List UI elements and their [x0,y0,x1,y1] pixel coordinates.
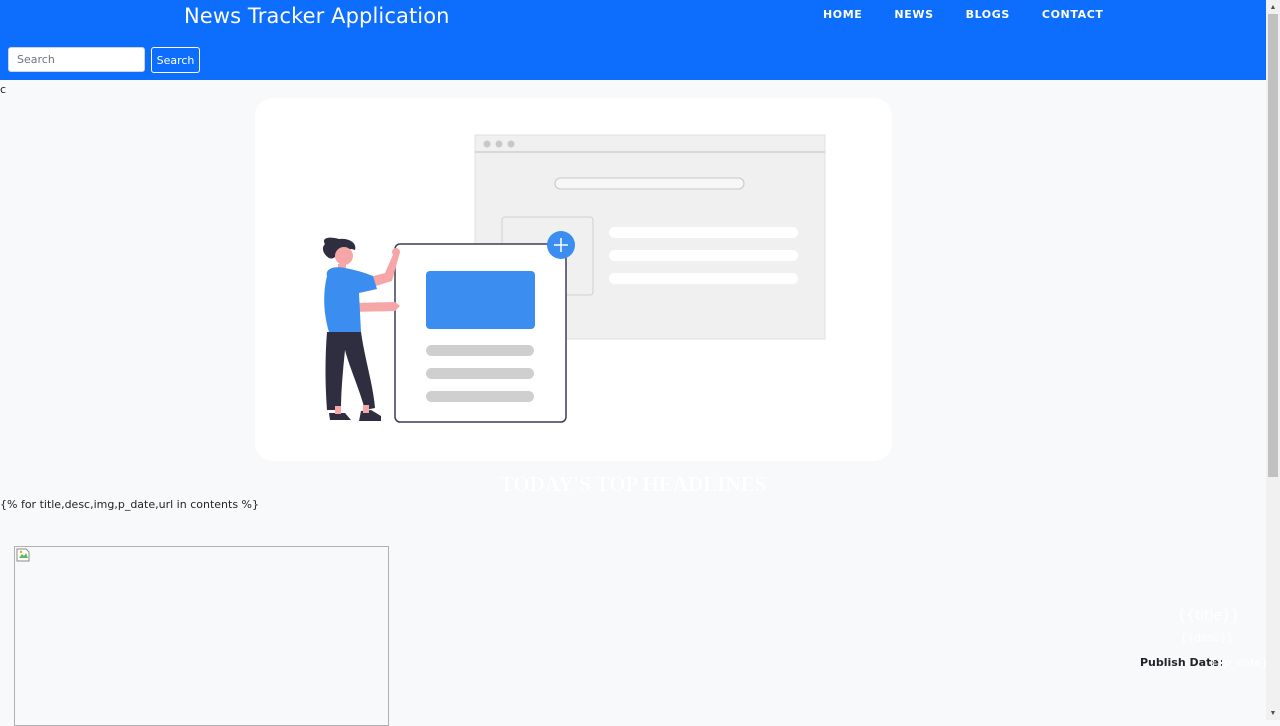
news-card-graphic [394,243,567,423]
search-input[interactable] [8,47,145,72]
vertical-scrollbar[interactable]: ▲ ▼ [1266,0,1280,720]
news-image[interactable] [14,546,389,726]
scrollbar-thumb[interactable] [1268,14,1278,477]
broken-image-icon [16,548,30,562]
brand-title[interactable]: News Tracker Application [184,4,450,28]
plus-icon [547,231,575,259]
template-loop-text: {% for title,desc,img,p_date,url in cont… [0,498,259,511]
nav-link-contact[interactable]: CONTACT [1042,8,1104,21]
section-headline: TODAY'S TOP HEADLINES [499,472,767,496]
stray-text: c [0,83,7,96]
news-description: {{desc}} [1180,631,1234,644]
nav-links: HOME NEWS BLOGS CONTACT [823,8,1136,21]
nav-link-news[interactable]: NEWS [894,8,933,21]
scroll-up-arrow-icon[interactable]: ▲ [1266,0,1280,14]
hero-illustration-card [255,98,892,461]
hero-illustration [322,134,826,423]
nav-link-blogs[interactable]: BLOGS [966,8,1010,21]
person-figure [322,237,400,421]
scroll-down-arrow-icon[interactable]: ▼ [1266,706,1280,720]
nav-link-home[interactable]: HOME [823,8,862,21]
news-title: {{title}} [1177,608,1240,624]
search-button[interactable]: Search [151,47,200,73]
navbar: News Tracker Application HOME NEWS BLOGS… [0,0,1266,80]
